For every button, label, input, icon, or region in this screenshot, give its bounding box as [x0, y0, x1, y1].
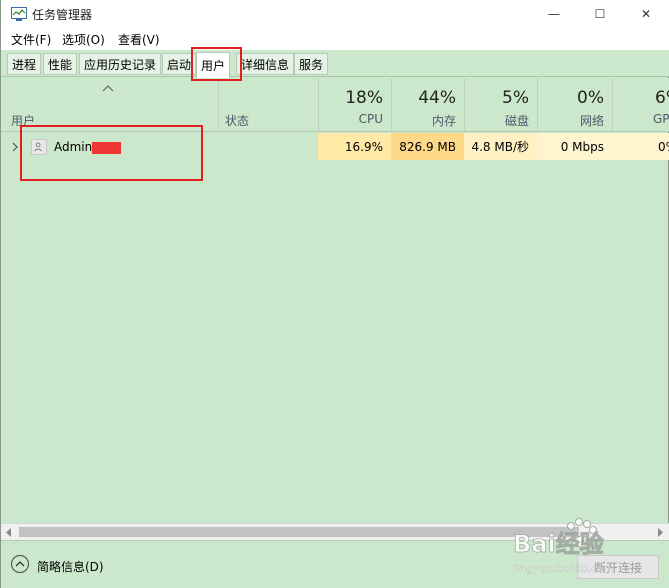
disconnect-button[interactable]: 断开连接 [577, 555, 659, 579]
footer-bar: 简略信息(D) 断开连接 [1, 540, 669, 588]
maximize-button[interactable]: ☐ [577, 0, 623, 28]
cell-disk: 4.8 MB/秒 [464, 133, 537, 160]
header-memory-percent: 44% [418, 88, 456, 108]
close-button[interactable]: ✕ [623, 0, 669, 28]
cell-gpu: 0% [612, 133, 669, 160]
chevron-up-icon [15, 561, 25, 567]
menu-view[interactable]: 查看(V) [118, 31, 160, 48]
tab-bar: 进程 性能 应用历史记录 启动 用户 详细信息 服务 [1, 50, 669, 78]
user-name: Admin [54, 140, 93, 154]
header-gpu-label: GPU [653, 112, 669, 126]
minimize-icon: — [548, 7, 560, 21]
header-status-col[interactable]: 状态 [218, 78, 318, 132]
maximize-icon: ☐ [594, 7, 606, 21]
scroll-right-icon[interactable] [656, 528, 664, 537]
header-status: 状态 [225, 114, 250, 128]
header-network-label: 网络 [579, 114, 604, 128]
header-memory-label: 内存 [431, 114, 456, 128]
disconnect-button-label: 断开连接 [593, 560, 642, 575]
menu-file[interactable]: 文件(F) [11, 31, 51, 48]
tab-details[interactable]: 详细信息 [236, 53, 295, 75]
title-bar[interactable]: 任务管理器 — ☐ ✕ [1, 0, 669, 28]
header-disk-label: 磁盘 [504, 114, 529, 128]
tab-services[interactable]: 服务 [294, 53, 329, 75]
menu-options[interactable]: 选项(O) [62, 31, 105, 48]
cell-cpu: 16.9% [318, 133, 391, 160]
tab-processes-label: 进程 [12, 57, 37, 72]
header-cpu[interactable]: 18% CPU [318, 78, 391, 132]
tab-processes[interactable]: 进程 [7, 53, 42, 75]
scrollbar-thumb[interactable] [19, 527, 579, 537]
header-gpu[interactable]: 6% GPU [612, 78, 669, 132]
header-gpu-percent: 6% [655, 88, 669, 108]
header-disk[interactable]: 5% 磁盘 [464, 78, 537, 132]
tab-app-history[interactable]: 应用历史记录 [79, 53, 162, 75]
header-network[interactable]: 0% 网络 [537, 78, 612, 132]
header-cpu-percent: 18% [345, 88, 383, 108]
tab-startup-label: 启动 [167, 57, 192, 72]
header-disk-percent: 5% [502, 88, 529, 108]
tab-startup[interactable]: 启动 [162, 53, 197, 75]
close-icon: ✕ [640, 7, 652, 21]
column-header: 用户 状态 18% CPU 44% 内存 5% 磁盘 0% 网络 6% GPU [1, 78, 669, 132]
window-title: 任务管理器 [32, 8, 93, 22]
tab-performance[interactable]: 性能 [43, 53, 78, 75]
tab-services-label: 服务 [299, 57, 324, 72]
cell-memory: 826.9 MB [391, 133, 464, 160]
fewer-details-button[interactable] [11, 555, 29, 573]
user-avatar-icon [31, 139, 47, 155]
minimize-button[interactable]: — [531, 0, 577, 28]
scroll-left-icon[interactable] [5, 528, 13, 537]
tab-users[interactable]: 用户 [196, 52, 231, 78]
tab-users-label: 用户 [201, 59, 226, 73]
sort-ascending-icon [102, 85, 114, 92]
fewer-details-label[interactable]: 简略信息(D) [37, 558, 104, 575]
cell-network: 0 Mbps [537, 133, 612, 160]
chevron-right-icon[interactable] [11, 142, 19, 152]
header-memory[interactable]: 44% 内存 [391, 78, 464, 132]
task-manager-app-icon [11, 7, 27, 21]
tab-details-label: 详细信息 [241, 57, 290, 72]
header-cpu-label: CPU [358, 112, 383, 126]
redaction-block [92, 142, 121, 154]
menu-bar: 文件(F) 选项(O) 查看(V) [1, 28, 669, 50]
header-user[interactable]: 用户 [11, 112, 35, 129]
horizontal-scrollbar[interactable] [1, 523, 669, 540]
tab-app-history-label: 应用历史记录 [84, 57, 157, 72]
table-row[interactable]: Admin 16.9% 826.9 MB 4.8 MB/秒 0 Mbps 0% [1, 133, 669, 161]
header-network-percent: 0% [577, 88, 604, 108]
tab-performance-label: 性能 [48, 57, 73, 72]
task-manager-window: 任务管理器 — ☐ ✕ 文件(F) 选项(O) 查看(V) 进程 性能 应用历史… [0, 0, 669, 588]
